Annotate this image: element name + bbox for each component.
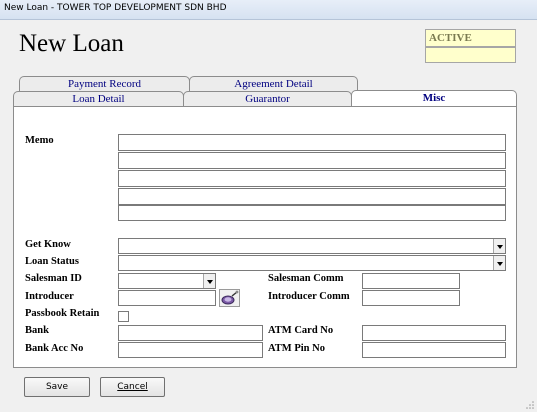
- status-badge: ACTIVE: [425, 29, 516, 47]
- salesman-comm-input[interactable]: [362, 273, 460, 289]
- introducer-comm-input[interactable]: [362, 290, 460, 306]
- tab-loan-detail[interactable]: Loan Detail: [13, 91, 184, 107]
- bank-label: Bank: [25, 325, 49, 336]
- search-lookup-icon[interactable]: [219, 289, 240, 307]
- tab-agreement-detail[interactable]: Agreement Detail: [189, 76, 358, 92]
- memo-line-5[interactable]: [118, 205, 506, 221]
- salesman-id-select[interactable]: [118, 273, 216, 289]
- chevron-down-icon[interactable]: [493, 239, 505, 253]
- loan-status-select[interactable]: [118, 255, 506, 271]
- introducer-label: Introducer: [25, 291, 74, 302]
- bank-acc-input[interactable]: [118, 342, 263, 358]
- chevron-down-icon[interactable]: [203, 274, 215, 288]
- resize-grip-icon[interactable]: [525, 400, 535, 410]
- memo-line-4[interactable]: [118, 188, 506, 205]
- chevron-down-icon[interactable]: [493, 256, 505, 270]
- page-title: New Loan: [19, 30, 124, 57]
- introducer-input[interactable]: [118, 290, 216, 306]
- loan-status-label: Loan Status: [25, 256, 79, 267]
- bank-input[interactable]: [118, 325, 263, 341]
- tab-guarantor[interactable]: Guarantor: [183, 91, 352, 107]
- status-secondary-box: [425, 47, 516, 63]
- bank-acc-label: Bank Acc No: [25, 343, 84, 354]
- tab-payment-record[interactable]: Payment Record: [19, 76, 190, 92]
- title-bar: New Loan - TOWER TOP DEVELOPMENT SDN BHD: [0, 0, 537, 20]
- atm-card-input[interactable]: [362, 325, 506, 341]
- atm-pin-input[interactable]: [362, 342, 506, 358]
- window-title: New Loan - TOWER TOP DEVELOPMENT SDN BHD: [4, 3, 227, 13]
- get-know-select[interactable]: [118, 238, 506, 254]
- cancel-button[interactable]: Cancel: [100, 377, 165, 397]
- memo-line-3[interactable]: [118, 170, 506, 187]
- passbook-retain-label: Passbook Retain: [25, 308, 100, 319]
- save-button[interactable]: Save: [24, 377, 90, 397]
- memo-line-2[interactable]: [118, 152, 506, 169]
- salesman-id-label: Salesman ID: [25, 273, 82, 284]
- introducer-comm-label: Introducer Comm: [268, 291, 350, 302]
- atm-card-label: ATM Card No: [268, 325, 334, 336]
- atm-pin-label: ATM Pin No: [268, 343, 325, 354]
- get-know-label: Get Know: [25, 239, 71, 250]
- memo-line-1[interactable]: [118, 134, 506, 151]
- salesman-comm-label: Salesman Comm: [268, 273, 344, 284]
- passbook-retain-checkbox[interactable]: [118, 311, 129, 322]
- memo-label: Memo: [25, 135, 54, 146]
